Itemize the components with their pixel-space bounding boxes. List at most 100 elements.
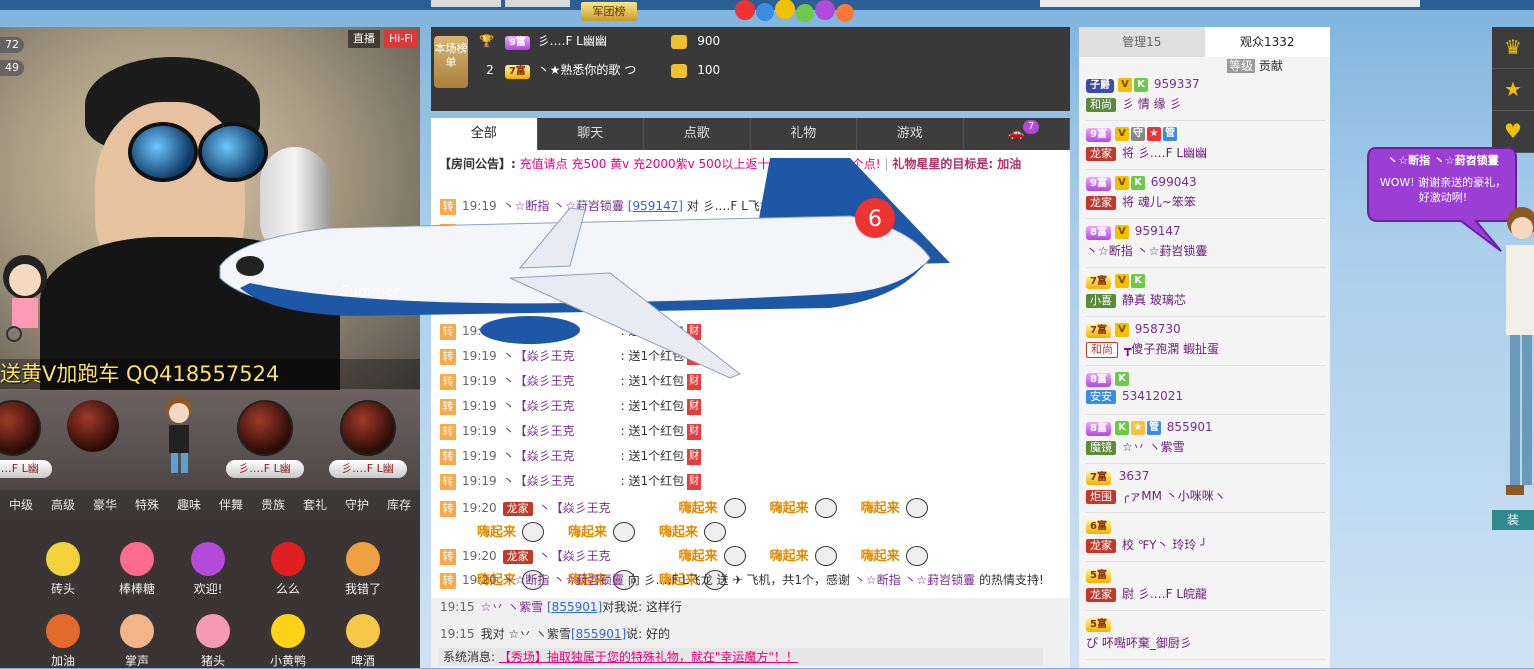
user-item[interactable]: 7富 V K 小喜 静真 玻璃芯: [1086, 268, 1326, 317]
forward-icon[interactable]: 转: [440, 374, 456, 390]
forward-icon[interactable]: 转: [440, 424, 456, 440]
forward-icon[interactable]: 转: [440, 500, 456, 517]
tab-audience[interactable]: 观众1332: [1204, 27, 1330, 57]
msg-uid[interactable]: [959147]: [628, 199, 683, 213]
msg-user[interactable]: 丶☆断指 丶☆葑岧锁霻: [854, 573, 975, 587]
gift-tab[interactable]: 中级: [0, 490, 42, 520]
top-control[interactable]: [505, 0, 570, 7]
user-item[interactable]: 5富 龙家尉 彡.…F L皖龍: [1086, 562, 1326, 611]
hifi-badge[interactable]: Hi-Fi: [384, 30, 418, 48]
tab-song[interactable]: 点歌: [644, 118, 751, 150]
user-name: ☆丷 ヽ紫雪: [1122, 440, 1185, 454]
tab-game[interactable]: 游戏: [857, 118, 964, 150]
user-item[interactable]: 6富 龙家校 ℉Y丶 玲玲 ╯: [1086, 513, 1326, 562]
gift-pig[interactable]: 猪头: [178, 614, 248, 669]
msg-user[interactable]: ☆丷 ヽ紫雪: [481, 600, 544, 614]
gift-tab[interactable]: 特殊: [126, 490, 168, 520]
msg-user[interactable]: 丶【焱彡王克: [503, 223, 621, 239]
msg-mid: 对 彡.…F L飞龙: [686, 199, 772, 213]
gift-tab[interactable]: 伴舞: [210, 490, 252, 520]
user-item[interactable]: 7富 3637 炬围 ╭ァMM 丶小咪咪ヽ: [1086, 464, 1326, 513]
msg-tail: : 送1个红包: [620, 474, 685, 488]
gift-tab[interactable]: 贵族: [252, 490, 294, 520]
gift-brick[interactable]: 砖头: [28, 542, 98, 597]
gift-duck[interactable]: 小黄鸭: [253, 614, 323, 669]
forward-icon[interactable]: 转: [440, 324, 456, 340]
sort-grade[interactable]: 等级: [1227, 59, 1256, 73]
gift-tab[interactable]: 套礼: [294, 490, 336, 520]
gift-cheer[interactable]: 加油: [28, 614, 98, 669]
msg-user[interactable]: 丶【焱彡王克: [503, 473, 621, 489]
gift-tab[interactable]: 守护: [336, 490, 378, 520]
gift-applause[interactable]: 掌声: [102, 614, 172, 669]
user-item[interactable]: 9富 V 守 ★ 管 龙家将 彡.…F L幽幽: [1086, 121, 1326, 170]
top-control[interactable]: [431, 0, 501, 7]
fan-badge[interactable]: 彡.…F L幽: [0, 400, 55, 478]
user-item[interactable]: 子爵 V K 959337 和尚彡 情 缘 彡: [1086, 72, 1326, 121]
gift-tab[interactable]: 趣味: [168, 490, 210, 520]
msg-user[interactable]: 我对 ☆丷 ヽ紫雪: [481, 627, 571, 641]
rank-row[interactable]: 2 7富 丶★熟悉你的歌 つ 100: [479, 57, 1069, 83]
msg-user[interactable]: 丶【焱彡王克: [503, 323, 621, 339]
gift-beer[interactable]: 啤酒: [328, 614, 398, 669]
ranking-tag[interactable]: 本场榜单: [434, 36, 468, 88]
user-item[interactable]: 8富 V 959147 丶☆断指 丶☆葑岧锁霻: [1086, 219, 1326, 268]
side-toolbar: ♛ ★ ♥: [1492, 27, 1534, 153]
sort-contrib[interactable]: 贡献: [1259, 59, 1283, 73]
user-item[interactable]: 5富 ぴ 吥嚸吥棄_御厨彡: [1086, 611, 1326, 660]
gift-welcome[interactable]: 欢迎!: [173, 542, 243, 597]
msg-user[interactable]: 丶☆断指 丶☆葑岧锁霻: [503, 199, 624, 213]
star-icon[interactable]: ★: [1492, 69, 1534, 111]
forward-icon[interactable]: 转: [440, 548, 456, 565]
install-button[interactable]: 装: [1492, 510, 1534, 530]
tab-all[interactable]: 全部: [431, 118, 538, 150]
msg-user[interactable]: 丶【焱彡王克: [503, 398, 621, 414]
msg-user[interactable]: 丶【焱彡王克: [503, 448, 621, 464]
forward-icon[interactable]: 转: [440, 349, 456, 365]
forward-icon[interactable]: 转: [440, 573, 456, 589]
gift-tab[interactable]: 高级: [42, 490, 84, 520]
user-name: 53412021: [1122, 389, 1184, 403]
fan-badge[interactable]: 彡.…F L幽: [222, 400, 307, 478]
forward-icon[interactable]: 转: [440, 449, 456, 465]
msg-user[interactable]: 丶【焱彡王克: [503, 373, 621, 389]
gift-thanks-message: 转 19:20 丶☆断指 丶☆葑岧锁霻 向 彡.…F L飞龙 送 ✈ 飞机，共1个，…: [440, 572, 1044, 589]
user-item[interactable]: 8富 K ★ 管 855901 魔镜 ☆丷 ヽ紫雪: [1086, 415, 1326, 464]
forward-icon[interactable]: 转: [440, 399, 456, 415]
forward-icon[interactable]: 转: [440, 199, 456, 215]
fan-badge[interactable]: [50, 400, 135, 452]
tab-chat[interactable]: 聊天: [538, 118, 644, 150]
gift-tab[interactable]: 库存: [378, 490, 420, 520]
team-rank-button[interactable]: 军团榜: [581, 2, 637, 21]
msg-user[interactable]: 丶【焱彡王克: [539, 500, 679, 516]
gift-tab[interactable]: 豪华: [84, 490, 126, 520]
msg-uid[interactable]: [878646]: [772, 199, 827, 213]
msg-uid[interactable]: [855901]: [571, 627, 626, 641]
rank-level: 7富: [504, 65, 530, 79]
forward-icon[interactable]: 转: [440, 224, 456, 240]
gift-sorry[interactable]: 我错了: [328, 542, 398, 597]
tab-gift[interactable]: 礼物: [751, 118, 857, 150]
gift-label: 猪头: [200, 654, 225, 668]
msg-user[interactable]: 丶【焱彡王克: [503, 423, 621, 439]
tab-admin[interactable]: 管理15: [1079, 27, 1205, 57]
gift-lollipop[interactable]: 棒棒糖: [102, 542, 172, 597]
system-link[interactable]: 【秀场】抽取独属于您的特殊礼物，就在"幸运魔方"！！: [499, 650, 798, 664]
user-item[interactable]: 9富 V K 699043 龙家将 魂儿~笨笨: [1086, 170, 1326, 219]
tab-car[interactable]: 🚗 7: [964, 118, 1070, 150]
msg-user[interactable]: 丶☆断指 丶☆葑岧锁霻: [503, 573, 624, 587]
gift-kiss[interactable]: 么么: [253, 542, 323, 597]
fan-badge[interactable]: 彡.…F L幽: [325, 400, 410, 478]
forward-icon[interactable]: 转: [440, 474, 456, 490]
top-search[interactable]: [1040, 0, 1420, 7]
user-item[interactable]: 8富 K 安安 53412021: [1086, 366, 1326, 415]
crown-icon[interactable]: ♛: [1492, 27, 1534, 69]
rank-row[interactable]: 🏆 9富 彡.…F L幽幽 900: [479, 28, 1069, 54]
msg-user[interactable]: 丶【焱彡王克: [539, 548, 679, 564]
msg-tail: : 送1个红包: [620, 424, 685, 438]
video-player[interactable]: 72 49 直播 Hi-Fi: [0, 27, 420, 390]
fan-name: 彡.…F L幽: [328, 460, 407, 478]
msg-user[interactable]: 丶【焱彡王克: [503, 348, 621, 364]
user-item[interactable]: 7富 V 958730 和尚 ┳傻子孢澖 蝦扯蛋: [1086, 317, 1326, 366]
msg-uid[interactable]: [855901]: [547, 600, 602, 614]
